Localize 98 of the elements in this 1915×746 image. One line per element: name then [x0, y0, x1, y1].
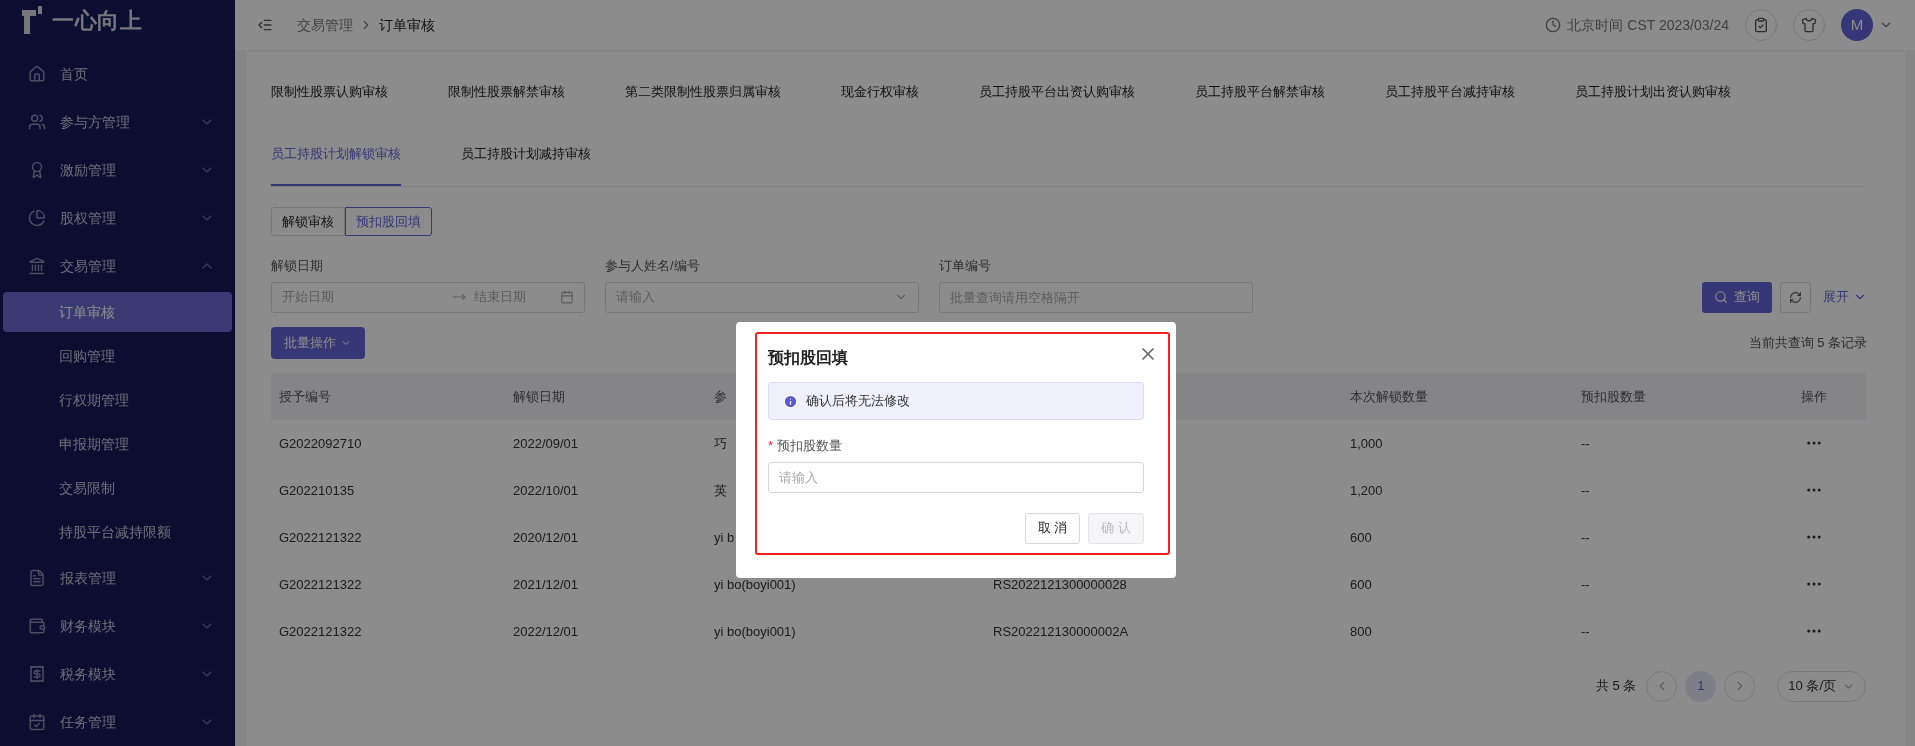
calendar-icon	[560, 290, 574, 304]
user-avatar[interactable]: M	[1841, 9, 1873, 41]
column-header: 操作	[1801, 389, 1827, 404]
column-header: 参	[714, 389, 727, 404]
table-cell: 英	[714, 483, 727, 498]
tab[interactable]: 员工持股平台出资认购审核	[979, 62, 1135, 124]
logo-text: 一心向上	[52, 6, 143, 35]
sidebar-subitem[interactable]: 交易限制	[3, 468, 232, 508]
refresh-icon	[1789, 290, 1802, 304]
table-cell: 2022/10/01	[513, 483, 579, 498]
segment-tab[interactable]: 解锁审核	[271, 207, 345, 236]
tab[interactable]: 员工持股平台减持审核	[1385, 62, 1515, 124]
record-count: 当前共查询 5 条记录	[1748, 333, 1867, 352]
table-cell: yi b	[714, 530, 735, 545]
total-count: 共 5 条	[1595, 677, 1637, 696]
filter-label: 解锁日期	[271, 257, 324, 275]
sidebar-item[interactable]: 财务模块	[0, 602, 235, 650]
filter-label: 参与人姓名/编号	[605, 257, 701, 275]
sidebar-subitem[interactable]: 订单审核	[3, 292, 232, 332]
sidebar-subitem[interactable]: 申报期管理	[3, 424, 232, 464]
table-cell: G2022121322	[279, 530, 362, 545]
table-cell: 600	[1350, 530, 1372, 545]
tab[interactable]: 员工持股计划减持审核	[461, 124, 591, 186]
table-cell: --	[1581, 436, 1590, 451]
collapse-menu-icon[interactable]	[257, 17, 273, 33]
beijing-time: 北京时间 CST 2023/03/24	[1567, 15, 1729, 35]
table-cell: 2021/12/01	[513, 577, 579, 592]
document-icon	[28, 569, 46, 587]
wallet-icon	[28, 617, 46, 635]
sidebar-subitem[interactable]: 回购管理	[3, 336, 232, 376]
reset-button[interactable]	[1780, 281, 1811, 313]
users-icon	[28, 113, 46, 131]
table-cell: --	[1581, 483, 1590, 498]
pie-chart-icon	[28, 209, 46, 227]
clipboard-check-icon	[1753, 17, 1769, 33]
sidebar-item[interactable]: 税务模块	[0, 650, 235, 698]
table-cell: 800	[1350, 624, 1372, 639]
breadcrumb-item: 订单审核	[379, 15, 435, 35]
batch-operation-button[interactable]: 批量操作	[271, 326, 365, 359]
home-icon	[28, 65, 46, 83]
table-cell: 2022/12/01	[513, 624, 579, 639]
sidebar-item[interactable]: 股权管理	[0, 194, 235, 242]
table-cell: 巧	[714, 436, 727, 451]
search-button[interactable]: 查询	[1702, 281, 1772, 313]
table-cell: yi bo(boyi001)	[714, 577, 796, 592]
search-icon	[1714, 290, 1728, 304]
tab[interactable]: 员工持股平台解禁审核	[1195, 62, 1325, 124]
column-header: 本次解锁数量	[1350, 389, 1428, 404]
table-cell: 1,200	[1350, 483, 1383, 498]
table-cell: 1,000	[1350, 436, 1383, 451]
tab[interactable]: 员工持股计划解锁审核	[271, 124, 401, 186]
required-mark: *	[768, 437, 774, 455]
sidebar-subitem[interactable]: 持股平台减持限额	[3, 512, 232, 552]
tab[interactable]: 员工持股计划出资认购审核	[1575, 62, 1731, 124]
sidebar-item[interactable]: 首页	[0, 50, 235, 98]
calendar-check-icon	[28, 713, 46, 731]
table-cell: 2022/09/01	[513, 436, 579, 451]
table-cell: --	[1581, 577, 1590, 592]
sidebar-item[interactable]: 任务管理	[0, 698, 235, 746]
dialog-title: 预扣股回填	[768, 348, 849, 368]
bank-icon	[28, 257, 46, 275]
table-cell: G2022092710	[279, 436, 362, 451]
sidebar-subitem[interactable]: 行权期管理	[3, 380, 232, 420]
field-label: 预扣股数量	[777, 437, 843, 455]
tab[interactable]: 限制性股票解禁审核	[448, 62, 565, 124]
table-cell: 600	[1350, 577, 1372, 592]
filter-label: 订单编号	[939, 257, 992, 275]
column-header: 授予编号	[279, 389, 331, 404]
sidebar-item[interactable]: 参与方管理	[0, 98, 235, 146]
table-cell: RS202212130000002A	[993, 624, 1129, 639]
table-cell: --	[1581, 530, 1590, 545]
withheld-shares-field[interactable]: 请输入	[768, 461, 1144, 493]
receipt-icon	[28, 665, 46, 683]
info-icon	[783, 393, 798, 409]
tab[interactable]: 第二类限制性股票归属审核	[625, 62, 781, 124]
table-cell: RS2022121300000028	[993, 577, 1127, 592]
expand-link[interactable]: 展开	[1823, 281, 1867, 313]
logo-icon	[20, 6, 44, 34]
sidebar-item[interactable]: 报表管理	[0, 554, 235, 602]
clock-icon	[1545, 17, 1562, 33]
shirt-icon	[1801, 17, 1817, 33]
table-cell: yi bo(boyi001)	[714, 624, 796, 639]
sidebar-item[interactable]: 激励管理	[0, 146, 235, 194]
notice-banner: 确认后将无法修改	[768, 382, 1144, 420]
table-cell: G202210135	[279, 483, 355, 498]
tab[interactable]: 限制性股票认购审核	[271, 62, 388, 124]
column-header: 解锁日期	[513, 389, 565, 404]
table-cell: G2022121322	[279, 577, 362, 592]
segment-tab[interactable]: 预扣股回填	[345, 207, 432, 236]
table-cell: --	[1581, 624, 1590, 639]
sidebar-item[interactable]: 交易管理	[0, 242, 235, 290]
column-header: 预扣股数量	[1581, 389, 1646, 404]
page-button[interactable]: 1	[1685, 670, 1717, 702]
tab[interactable]: 现金行权审核	[841, 62, 919, 124]
cancel-button[interactable]: 取 消	[1024, 512, 1081, 544]
table-cell: 2020/12/01	[513, 530, 579, 545]
breadcrumb-item[interactable]: 交易管理	[297, 14, 353, 36]
table-cell: G2022121322	[279, 624, 362, 639]
